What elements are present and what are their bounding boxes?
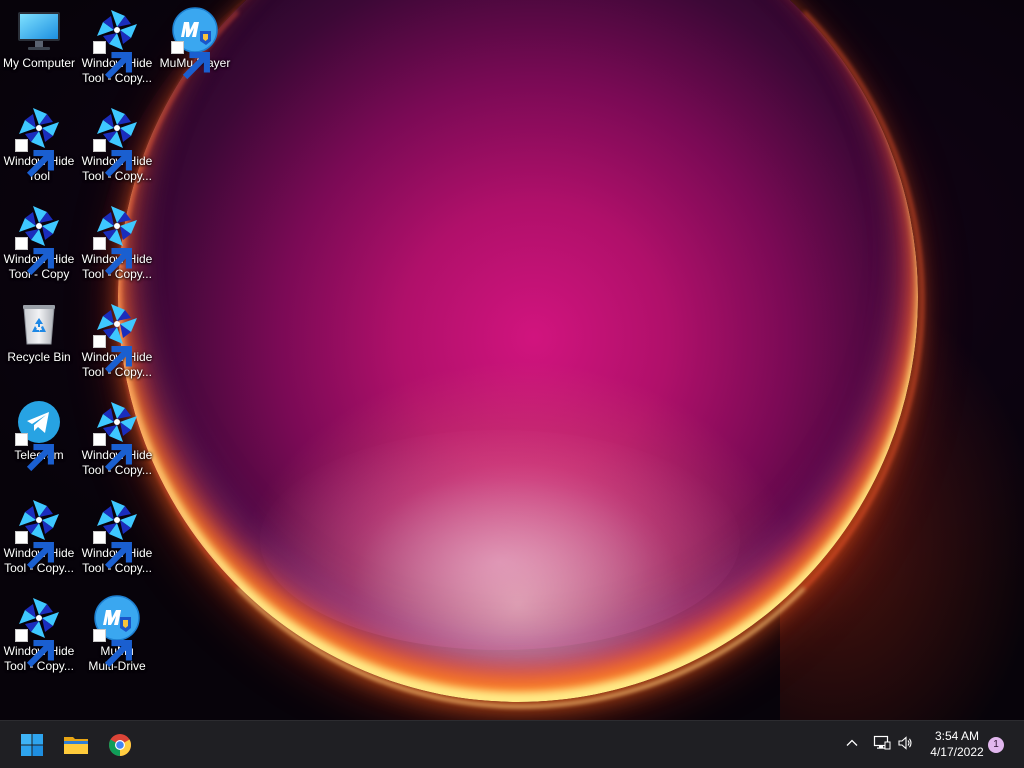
desktop-icon-window-hide-tool-copy[interactable]: Window Hide Tool - Copy...	[78, 98, 156, 184]
desktop-icon-window-hide-tool[interactable]: Window Hide Tool	[0, 98, 78, 184]
clock-time: 3:54 AM	[934, 729, 980, 743]
desktop-icon-window-hide-tool-copy[interactable]: Window Hide Tool - Copy	[0, 196, 78, 282]
desktop-icon-mumu-player[interactable]: MuMu Player	[156, 0, 234, 80]
desktop-icon-my-computer[interactable]: My Computer	[0, 0, 78, 71]
desktop-icon-window-hide-tool-copy[interactable]: Window Hide Tool - Copy...	[78, 294, 156, 380]
clock-date: 4/17/2022	[930, 745, 984, 759]
notification-badge[interactable]: 1	[988, 737, 1004, 753]
desktop-icon-mumu-multi-drive[interactable]: MuMu Multi-Drive	[78, 588, 156, 674]
desktop-icon-window-hide-tool-copy[interactable]: Window Hide Tool - Copy...	[78, 490, 156, 576]
shortcut-arrow-icon	[93, 237, 132, 276]
start-button[interactable]	[12, 725, 52, 765]
shortcut-arrow-icon	[93, 433, 132, 472]
desktop-icon-telegram[interactable]: Telegram	[0, 392, 78, 472]
chrome-button[interactable]	[100, 725, 140, 765]
wallpaper-haze	[260, 430, 740, 650]
shortcut-arrow-icon	[15, 433, 54, 472]
shortcut-arrow-icon	[93, 629, 132, 668]
shortcut-arrow-icon	[15, 531, 54, 570]
desktop-icon-window-hide-tool-copy[interactable]: Window Hide Tool - Copy...	[78, 196, 156, 282]
shortcut-arrow-icon	[15, 139, 54, 178]
desktop-icon-window-hide-tool-copy[interactable]: Window Hide Tool - Copy...	[0, 490, 78, 576]
shortcut-arrow-icon	[93, 531, 132, 570]
monitor-icon	[15, 6, 63, 54]
file-explorer-icon	[63, 733, 89, 757]
desktop-screen: My Computer Window Hide Tool Window Hide…	[0, 0, 1024, 768]
shortcut-arrow-icon	[171, 41, 210, 80]
shortcut-arrow-icon	[93, 335, 132, 374]
file-explorer-button[interactable]	[56, 725, 96, 765]
desktop-icon-window-hide-tool-copy[interactable]: Window Hide Tool - Copy...	[78, 392, 156, 478]
desktop-icon-label: Recycle Bin	[7, 350, 71, 364]
windows-start-icon	[20, 733, 44, 757]
desktop-icon-window-hide-tool-copy[interactable]: Window Hide Tool - Copy...	[78, 0, 156, 86]
desktop-icon-label: My Computer	[2, 56, 76, 70]
desktop-icons: My Computer Window Hide Tool Window Hide…	[0, 0, 240, 715]
shortcut-arrow-icon	[15, 629, 54, 668]
network-volume-button[interactable]	[868, 733, 918, 757]
shortcut-arrow-icon	[93, 41, 132, 80]
desktop-icon-recycle-bin[interactable]: Recycle Bin	[0, 294, 78, 365]
shortcut-arrow-icon	[93, 139, 132, 178]
network-icon	[873, 735, 891, 756]
tray-overflow-button[interactable]	[840, 733, 864, 757]
speaker-icon	[897, 735, 913, 756]
recycle-bin-icon	[15, 300, 63, 348]
taskbar: 3:54 AM 4/17/2022 1	[0, 720, 1024, 768]
chrome-icon	[108, 733, 132, 757]
shortcut-arrow-icon	[15, 237, 54, 276]
desktop-icon-window-hide-tool-copy[interactable]: Window Hide Tool - Copy...	[0, 588, 78, 674]
chevron-up-icon	[845, 736, 859, 755]
